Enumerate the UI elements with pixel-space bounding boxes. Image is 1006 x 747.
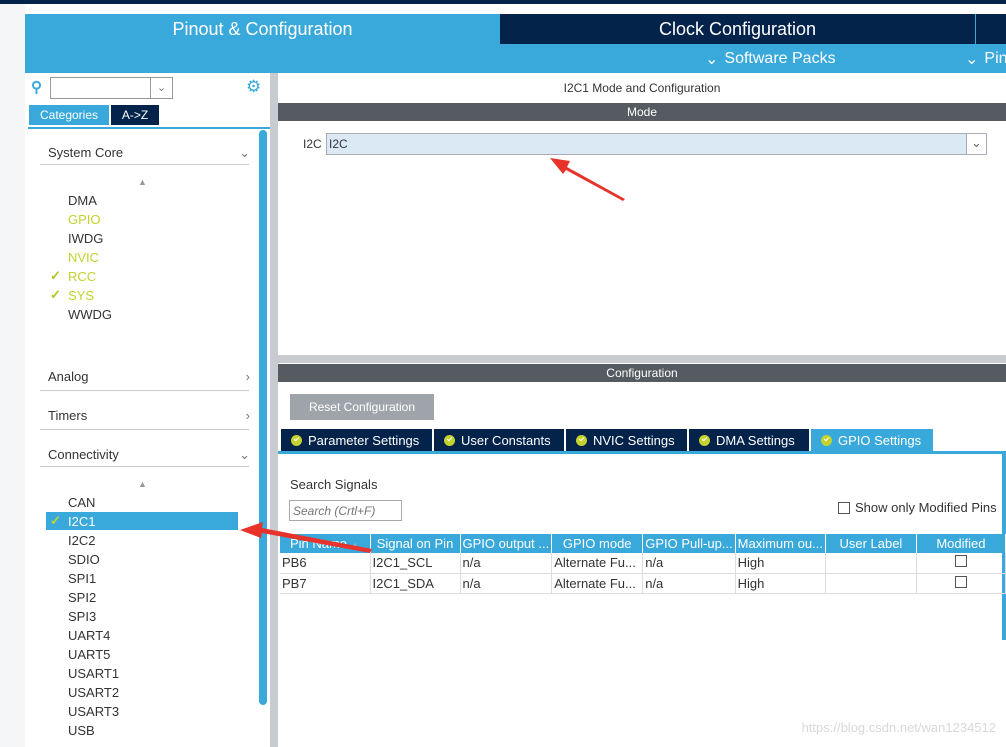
red-arrow-annotation (240, 522, 372, 553)
annotation-overlay (240, 158, 625, 553)
red-arrow-annotation (550, 158, 625, 201)
watermark: https://blog.csdn.net/wan1234512 (801, 720, 996, 735)
